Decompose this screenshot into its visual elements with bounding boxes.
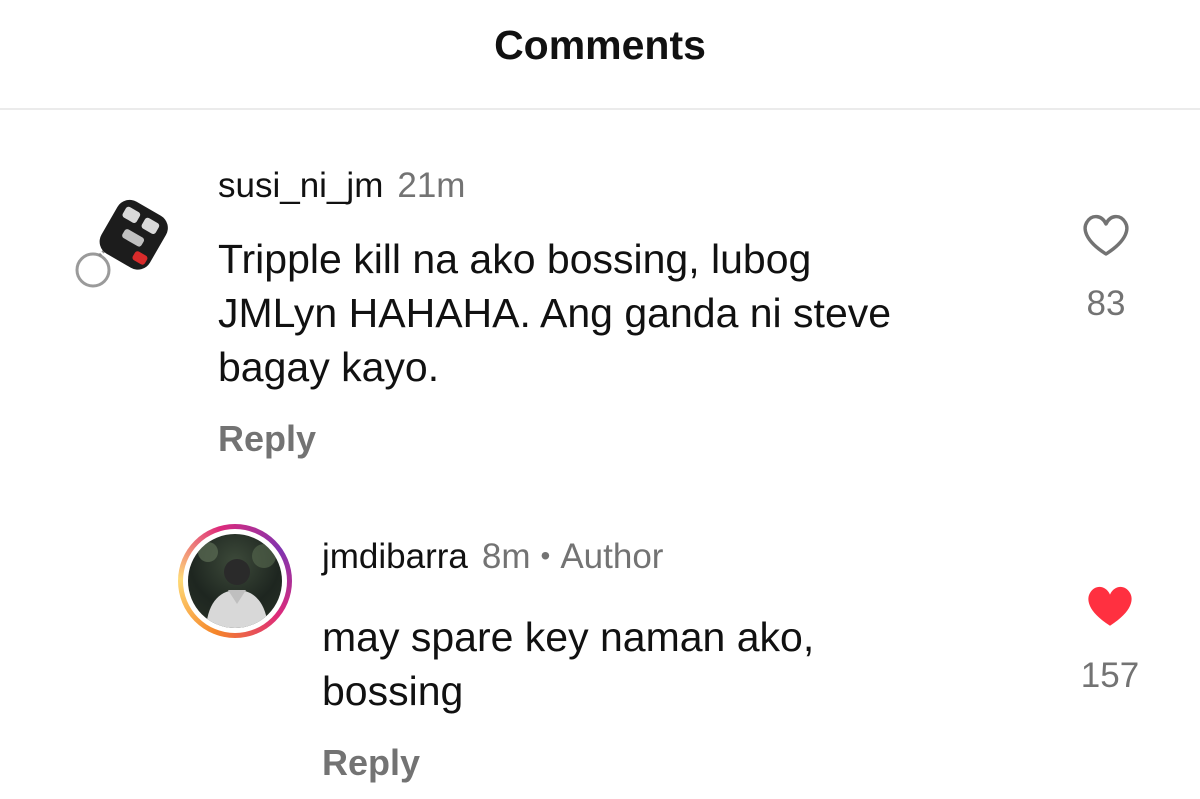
comment-time: 21m xyxy=(397,166,466,205)
separator-dot: • xyxy=(540,540,551,571)
like-count: 157 xyxy=(1080,656,1140,695)
avatar[interactable] xyxy=(178,524,292,638)
person-photo-icon xyxy=(198,542,276,628)
comments-screen: Comments susi_ni_jm 21m Tripple kill na a… xyxy=(0,0,1200,799)
avatar[interactable] xyxy=(55,182,175,302)
profile-photo xyxy=(188,534,282,628)
comment-item: susi_ni_jm 21m Tripple kill na ako bossin… xyxy=(0,150,1200,470)
reply-button[interactable]: Reply xyxy=(322,742,420,784)
username-link[interactable]: jmdibarra xyxy=(322,537,468,576)
like-button[interactable]: 157 xyxy=(1055,582,1165,696)
comment-text: Tripple kill na ako bossing, lubog JMLyn… xyxy=(218,232,891,394)
avatar-story-ring xyxy=(183,529,287,633)
comment-text-line: bossing xyxy=(322,668,464,714)
reply-comment-item: jmdibarra 8m • Author may spare key naman a… xyxy=(0,510,1200,799)
username-link[interactable]: susi_ni_jm xyxy=(218,166,383,205)
comment-meta: susi_ni_jm 21m xyxy=(218,166,465,206)
comment-text-line: bagay kayo. xyxy=(218,344,440,390)
comment-time: 8m xyxy=(481,537,531,576)
heart-filled-icon xyxy=(1088,586,1132,626)
heart-outline-icon xyxy=(1083,214,1129,256)
car-key-fob-icon xyxy=(75,199,168,288)
comments-header: Comments xyxy=(0,0,1200,110)
comment-meta: jmdibarra 8m • Author xyxy=(322,536,663,577)
comment-text: may spare key naman ako, bossing xyxy=(322,610,814,718)
comment-text-line: may spare key naman ako, xyxy=(322,614,815,660)
page-title: Comments xyxy=(494,22,706,68)
reply-button[interactable]: Reply xyxy=(218,418,316,460)
like-button[interactable]: 83 xyxy=(1051,212,1161,324)
comment-text-line: JMLyn HAHAHA. Ang ganda ni steve xyxy=(218,290,892,336)
like-count: 83 xyxy=(1086,284,1126,323)
author-badge: Author xyxy=(560,537,664,576)
comment-text-line: Tripple kill na ako bossing, lubog xyxy=(218,236,812,282)
